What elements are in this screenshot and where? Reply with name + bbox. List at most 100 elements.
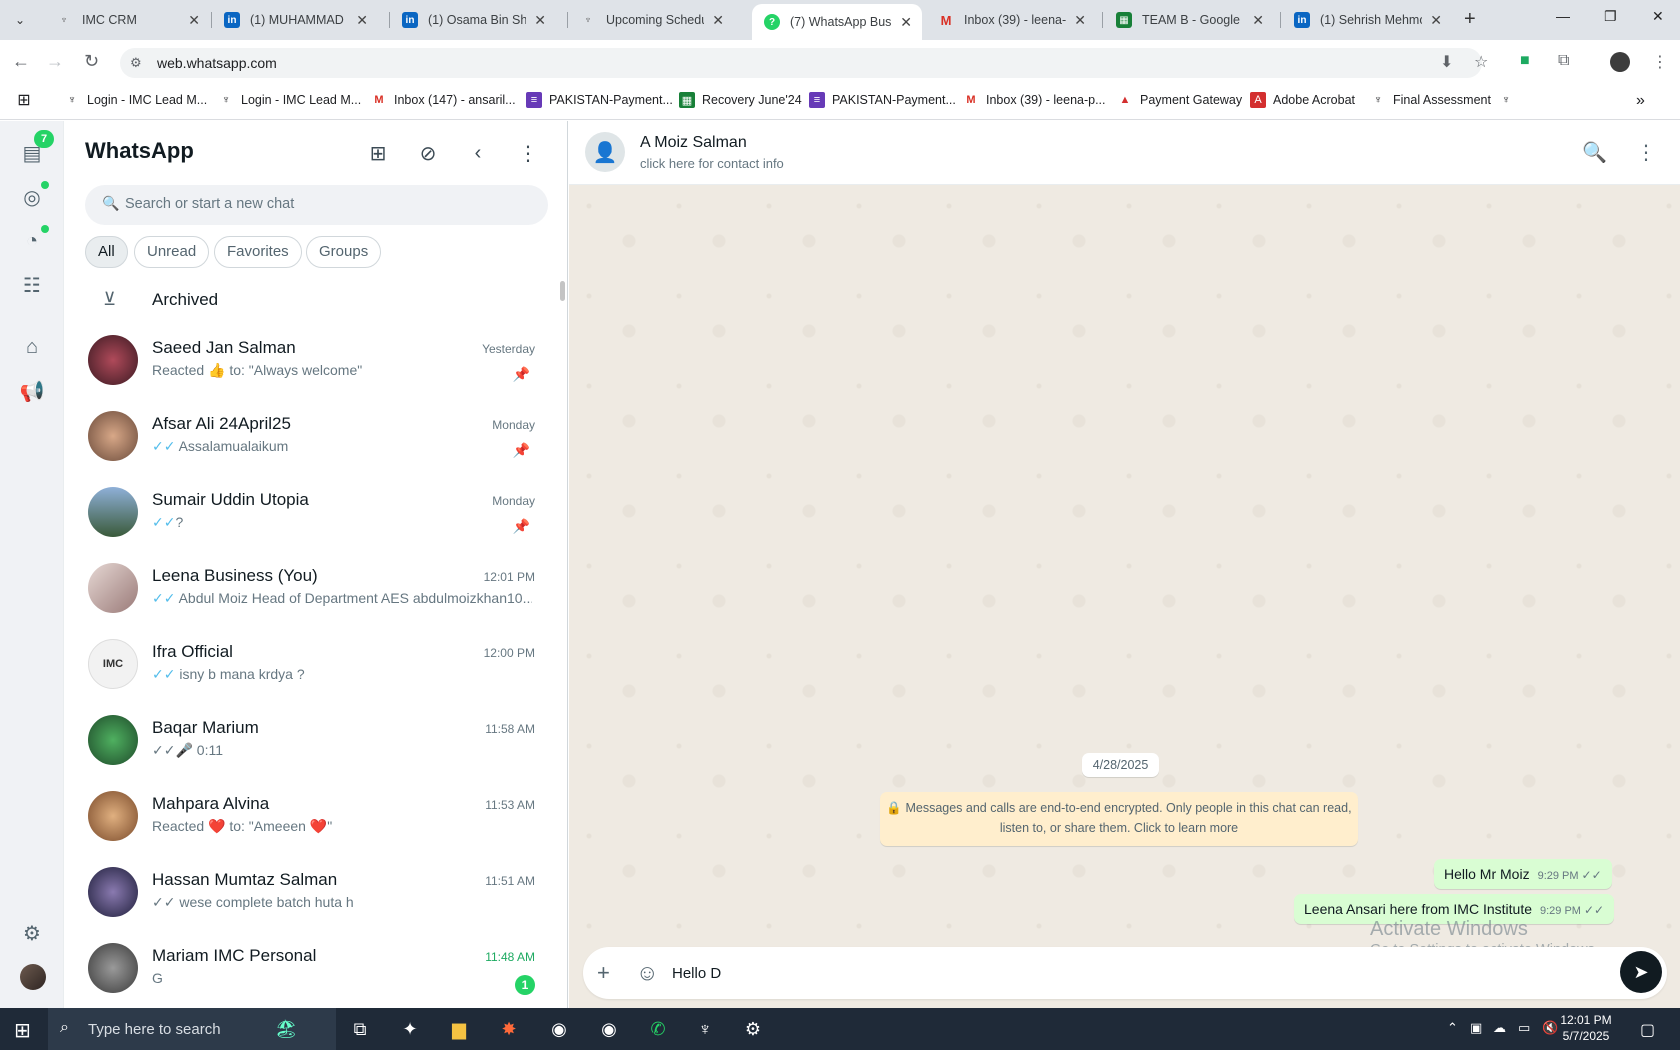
apps-grid-icon[interactable]: ⊞ xyxy=(16,92,39,109)
profile-avatar[interactable] xyxy=(1610,52,1630,72)
advertise-megaphone-icon[interactable]: 📢 xyxy=(20,379,45,403)
menu-kebab-icon[interactable]: ⋮ xyxy=(516,141,540,165)
pinned-app-icon[interactable]: ✸ xyxy=(496,1016,522,1042)
chat-list-item[interactable]: Baqar Marium ✓✓🎤 0:11 11:58 AM xyxy=(65,702,568,778)
chat-list-item[interactable]: Saeed Jan Salman Reacted 👍 to: "Always w… xyxy=(65,322,568,398)
close-icon[interactable]: ✕ xyxy=(1074,12,1086,29)
outgoing-message[interactable]: Hello Mr Moiz 9:29 PM ✓✓ xyxy=(1434,859,1612,889)
menu-kebab-icon[interactable]: ⋮ xyxy=(1636,140,1656,165)
install-app-icon[interactable]: ⬇ xyxy=(1440,52,1453,72)
tab-gmail-inbox[interactable]: M Inbox (39) - leena-p ✕ xyxy=(926,4,1096,36)
bookmarks-overflow-icon[interactable]: » xyxy=(1636,92,1645,110)
task-view-icon[interactable]: ⧉ xyxy=(347,1016,373,1042)
close-icon[interactable]: ✕ xyxy=(534,12,546,29)
conversation-header[interactable] xyxy=(569,121,1680,185)
channels-icon[interactable]: ◔ xyxy=(20,229,44,253)
tray-meet-icon[interactable]: ▣ xyxy=(1470,1020,1482,1036)
filter-groups[interactable]: Groups xyxy=(306,236,382,268)
bookmark-item[interactable]: ♆ Login - IMC Lead M... xyxy=(218,92,361,108)
bookmark-item[interactable]: ≡ PAKISTAN-Payment... xyxy=(526,92,673,108)
chat-list-item[interactable]: Leena Business (You) ✓✓ Abdul Moiz Head … xyxy=(65,550,568,626)
browser-menu-icon[interactable]: ⋮ xyxy=(1652,52,1668,72)
message-input[interactable] xyxy=(672,962,1572,984)
close-icon[interactable]: ✕ xyxy=(356,12,368,29)
extensions-puzzle-icon[interactable]: ⧉ xyxy=(1558,52,1569,70)
tab-google-sheets[interactable]: ▦ TEAM B - Google Sh ✕ xyxy=(1104,4,1274,36)
tab-linkedin-sehrish[interactable]: in (1) Sehrish Mehmood ✕ xyxy=(1282,4,1452,36)
tray-chevron-up-icon[interactable]: ⌃ xyxy=(1447,1020,1458,1036)
crm-app-icon[interactable]: ♆ xyxy=(692,1016,718,1042)
close-window-icon[interactable]: ✕ xyxy=(1652,8,1664,25)
whatsapp-icon[interactable]: ✆ xyxy=(645,1016,671,1042)
communities-icon[interactable]: ☷ xyxy=(20,273,44,297)
chat-list-item[interactable]: Mahpara Alvina Reacted ❤️ to: "Ameeen ❤️… xyxy=(65,778,568,854)
back-icon[interactable]: ← xyxy=(12,51,30,72)
contact-info-hint[interactable]: click here for contact info xyxy=(640,156,784,171)
notifications-icon[interactable]: ▢ xyxy=(1640,1020,1655,1040)
archived-row[interactable]: Archived xyxy=(152,290,218,310)
close-icon[interactable]: ✕ xyxy=(712,12,724,29)
taskbar-clock[interactable]: 12:01 PM 5/7/2025 xyxy=(1546,1012,1626,1044)
gear-app-icon[interactable]: ⚙ xyxy=(740,1016,766,1042)
windows-start-icon[interactable]: ⊞ xyxy=(14,1018,31,1043)
file-explorer-icon[interactable]: ▆ xyxy=(446,1016,472,1042)
chat-list-scrollbar[interactable] xyxy=(560,281,565,301)
chrome-profile-icon[interactable]: ◉ xyxy=(596,1016,622,1042)
new-chat-icon[interactable]: ⊞ xyxy=(366,141,390,165)
emoji-sticker-icon[interactable]: ☺ xyxy=(636,960,658,986)
filter-all[interactable]: All xyxy=(85,236,128,268)
onedrive-cloud-icon[interactable]: ☁ xyxy=(1493,1020,1506,1036)
bookmark-item[interactable]: ♆ Final Assessment xyxy=(1370,92,1491,108)
restore-icon[interactable]: ❐ xyxy=(1604,8,1617,25)
close-icon[interactable]: ✕ xyxy=(1252,12,1264,29)
taskbar-search-input[interactable]: Type here to search xyxy=(88,1021,221,1038)
chat-list-item[interactable]: Afsar Ali 24April25 ✓✓ Assalamualaikum M… xyxy=(65,398,568,474)
network-icon[interactable]: ▭ xyxy=(1518,1020,1530,1036)
search-icon[interactable]: 🔍 xyxy=(1582,140,1607,165)
filter-favorites[interactable]: Favorites xyxy=(214,236,302,268)
extension-whatsapp-icon[interactable]: ■ xyxy=(1520,52,1530,70)
minimize-icon[interactable]: — xyxy=(1556,8,1570,24)
tab-whatsapp[interactable]: ? (7) WhatsApp Busine ✕ xyxy=(752,4,922,40)
bookmark-star-icon[interactable]: ☆ xyxy=(1474,52,1488,72)
close-icon[interactable]: ✕ xyxy=(900,14,912,31)
chat-list-item[interactable]: IMC Ifra Official ✓✓ isny b mana krdya ?… xyxy=(65,626,568,702)
send-button[interactable]: ➤ xyxy=(1620,951,1662,993)
chevron-left-icon[interactable]: ‹ xyxy=(466,141,490,165)
bookmark-item[interactable]: ≡ PAKISTAN-Payment... xyxy=(809,92,956,108)
chat-list-item[interactable]: Sumair Uddin Utopia ✓✓? Monday 📌 xyxy=(65,474,568,550)
settings-gear-icon[interactable]: ⚙ xyxy=(20,921,44,945)
status-icon[interactable]: ◎ xyxy=(20,185,44,209)
attach-plus-icon[interactable]: + xyxy=(597,960,610,986)
tab-search-chevron-icon[interactable]: ⌄ xyxy=(8,8,32,32)
new-tab-button[interactable]: + xyxy=(1464,8,1476,31)
copilot-icon[interactable]: ✦ xyxy=(397,1016,423,1042)
close-icon[interactable]: ✕ xyxy=(188,12,200,29)
bookmark-item[interactable]: M Inbox (147) - ansaril... xyxy=(371,92,515,108)
catalog-store-icon[interactable]: ⌂ xyxy=(20,335,44,359)
bookmark-item[interactable]: ♆ Login - IMC Lead M... xyxy=(64,92,207,108)
bookmark-item[interactable]: M Inbox (39) - leena-p... xyxy=(963,92,1105,108)
chrome-icon[interactable]: ◉ xyxy=(546,1016,572,1042)
bookmark-item[interactable]: ▲ Payment Gateway xyxy=(1117,92,1243,108)
close-icon[interactable]: ✕ xyxy=(1430,12,1442,29)
site-settings-icon[interactable]: ⚙ xyxy=(130,55,142,71)
user-profile-avatar[interactable] xyxy=(20,964,46,990)
chat-list-item[interactable]: Hassan Mumtaz Salman ✓✓ wese complete ba… xyxy=(65,854,568,930)
bookmark-item[interactable]: ♆ xyxy=(1498,92,1521,108)
reload-icon[interactable]: ↻ xyxy=(84,51,99,72)
bookmark-item[interactable]: ▦ Recovery June'24 xyxy=(679,92,802,108)
forward-icon[interactable]: → xyxy=(46,51,64,72)
address-url[interactable]: web.whatsapp.com xyxy=(157,55,277,71)
tab-linkedin-osama[interactable]: in (1) Osama Bin Shahid ✕ xyxy=(390,4,556,36)
bookmark-item[interactable]: A Adobe Acrobat xyxy=(1250,92,1355,108)
chat-list-item[interactable]: Mariam IMC Personal G 11:48 AM 1 xyxy=(65,930,568,1006)
tab-imc-crm[interactable]: ♆ IMC CRM ✕ xyxy=(44,4,210,36)
contact-name[interactable]: A Moiz Salman xyxy=(640,134,747,152)
tab-upcoming-schedule[interactable]: ♆ Upcoming Schedule ✕ xyxy=(568,4,734,36)
contact-avatar-placeholder-icon[interactable]: 👤 xyxy=(585,132,625,172)
encryption-notice[interactable]: 🔒 Messages and calls are end-to-end encr… xyxy=(880,792,1358,846)
filter-unread[interactable]: Unread xyxy=(134,236,210,268)
tab-linkedin-muhammad[interactable]: in (1) MUHAMMAD UM ✕ xyxy=(212,4,378,36)
address-bar[interactable] xyxy=(120,48,1482,78)
